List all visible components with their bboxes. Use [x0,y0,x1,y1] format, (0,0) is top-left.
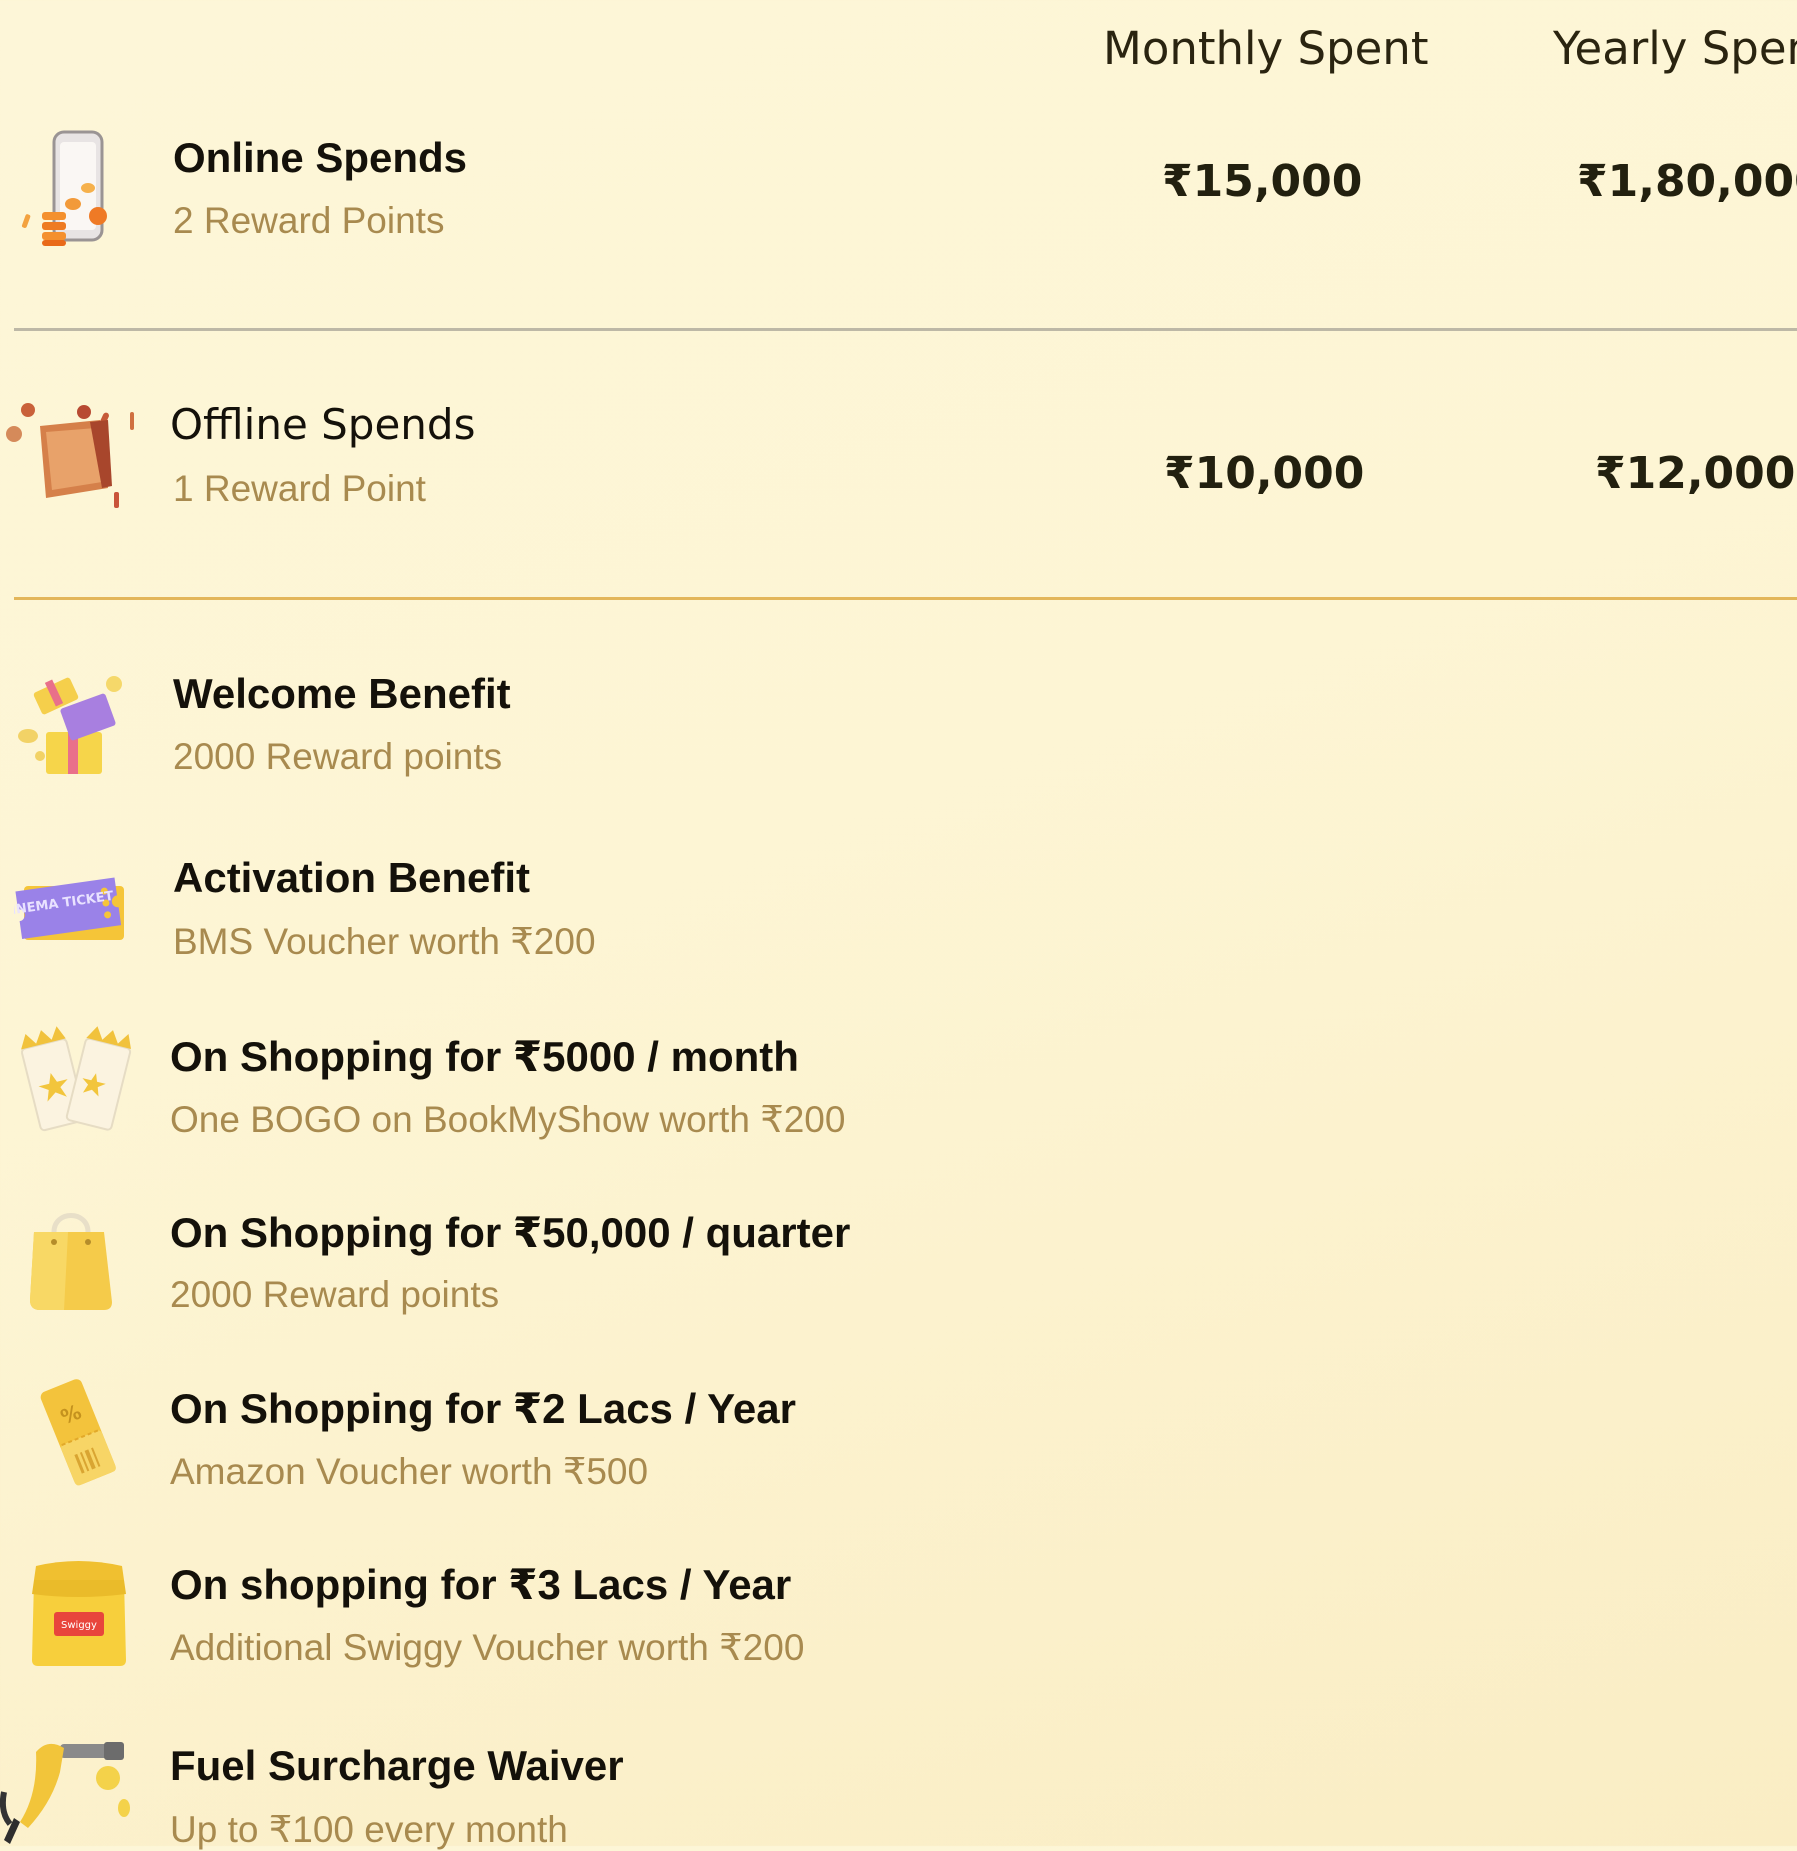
benefit-title: On shopping for ₹3 Lacs / Year [170,1561,792,1608]
spend-subtitle: 2 Reward Points [173,200,445,241]
benefit-subtitle: 2000 Reward points [170,1274,500,1315]
benefit-row-welcome: Welcome Benefit 2000 Reward points [0,660,1797,800]
phone-coins-icon [18,128,118,253]
voucher-coupon-icon: % [34,1374,124,1495]
spend-title: Online Spends [173,134,468,181]
row-divider [14,328,1797,331]
yearly-amount: ₹12,000 [1595,448,1796,499]
spend-subtitle: 1 Reward Point [173,468,426,509]
benefit-title: On Shopping for ₹2 Lacs / Year [170,1385,796,1432]
fuel-nozzle-icon [0,1732,140,1851]
rewards-benefits-page: Monthly Spent Yearly Spent Online Spends… [0,0,1797,1850]
benefit-subtitle: Amazon Voucher worth ₹500 [170,1451,649,1492]
benefit-row-fuel: Fuel Surcharge Waiver Up to ₹100 every m… [0,1732,1797,1850]
swiggy-bag-icon: Swiggy [28,1554,128,1675]
spend-row-offline: Offline Spends 1 Reward Point ₹10,000 ₹1… [0,386,1797,536]
wallet-coins-icon [0,398,140,513]
benefit-title: Fuel Surcharge Waiver [170,1742,624,1789]
benefit-row-activation: CINEMA TICKET Activation Benefit BMS Vou… [0,844,1797,984]
benefit-subtitle: One BOGO on BookMyShow worth ₹200 [170,1099,846,1140]
spend-title: Offline Spends [170,400,476,449]
benefit-row-shopping-quarter: On Shopping for ₹50,000 / quarter 2000 R… [0,1198,1797,1338]
benefit-title: Activation Benefit [173,854,531,901]
monthly-amount: ₹15,000 [1162,156,1363,207]
monthly-spent-header: Monthly Spent [1103,22,1429,75]
yearly-spent-header: Yearly Spent [1553,22,1797,75]
movie-tickets-icon [16,1022,136,1143]
cinema-ticket-icon: CINEMA TICKET [1,866,126,951]
swiggy-label: Swiggy [61,1620,97,1631]
benefit-row-shopping-month: On Shopping for ₹5000 / month One BOGO o… [0,1022,1797,1162]
benefit-subtitle: BMS Voucher worth ₹200 [173,921,596,962]
shopping-bag-icon [24,1202,120,1319]
gift-box-icon [14,670,124,785]
benefit-title: On Shopping for ₹5000 / month [170,1033,799,1080]
benefit-title: Welcome Benefit [173,670,511,717]
yearly-amount: ₹1,80,000 [1577,156,1797,207]
section-divider [14,597,1797,600]
benefit-row-shopping-2lacs: % On Shopping for ₹2 Lacs / Year Amazon … [0,1374,1797,1514]
benefit-subtitle: Up to ₹100 every month [170,1809,568,1850]
spend-row-online: Online Spends 2 Reward Points ₹15,000 ₹1… [0,120,1797,270]
monthly-amount: ₹10,000 [1164,448,1365,499]
benefit-subtitle: Additional Swiggy Voucher worth ₹200 [170,1627,805,1668]
benefit-title: On Shopping for ₹50,000 / quarter [170,1209,851,1256]
benefit-subtitle: 2000 Reward points [173,736,503,777]
benefit-row-shopping-3lacs: Swiggy On shopping for ₹3 Lacs / Year Ad… [0,1550,1797,1690]
